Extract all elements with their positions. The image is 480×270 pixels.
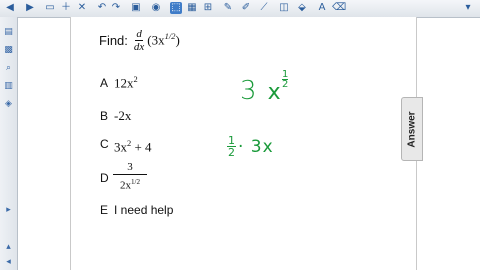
arrow-up-icon[interactable]: ▴ <box>3 242 14 253</box>
left-sidebar: ▤ ▩ ⌕ ▥ ◈ ▸ ▴ ◂ <box>0 17 18 270</box>
option-a-base: 12x <box>114 75 134 91</box>
redo-icon[interactable]: ↷ <box>110 2 122 14</box>
shape-icon[interactable]: ◫ <box>278 2 290 14</box>
screen-icon[interactable]: ▣ <box>130 2 142 14</box>
properties-icon[interactable]: ▥ <box>3 81 14 92</box>
option-c-tail: + 4 <box>131 139 152 155</box>
option-a-exponent: 2 <box>133 74 138 84</box>
option-d-letter[interactable]: D <box>100 171 109 185</box>
back-icon[interactable]: ◀ <box>4 2 16 14</box>
menu-icon[interactable]: ▾ <box>462 2 474 14</box>
handwriting-line-2: 1 2 · 3x <box>227 135 274 158</box>
option-e-letter[interactable]: E <box>100 203 108 217</box>
addons-icon[interactable]: ◈ <box>3 99 14 110</box>
page-icon[interactable]: ▭ <box>44 2 56 14</box>
eraser-icon[interactable]: ⌫ <box>332 2 346 14</box>
line-icon[interactable]: ⟋ <box>258 2 270 14</box>
option-b-value[interactable]: -2x <box>114 108 131 124</box>
handwriting-fraction: 1 2 <box>227 135 236 158</box>
derivative-denominator: dx <box>133 40 145 53</box>
option-a-letter[interactable]: A <box>100 76 108 90</box>
handwriting-exp-den: 2 <box>282 79 289 90</box>
derivative-operator: d dx <box>134 28 144 53</box>
option-e-text[interactable]: I need help <box>114 203 173 217</box>
add-page-icon[interactable]: ＋ <box>60 2 72 14</box>
option-c-base: 3x <box>114 139 127 155</box>
option-d-denominator-base: 2x <box>119 179 131 192</box>
handwriting-digit: 3 <box>240 76 257 106</box>
table-icon[interactable]: ▦ <box>186 2 198 14</box>
page-sorter-icon[interactable]: ▤ <box>3 27 14 38</box>
fill-icon[interactable]: ⬙ <box>296 2 308 14</box>
handwriting-variable: x <box>267 80 281 105</box>
attachments-icon[interactable]: ⌕ <box>3 63 14 74</box>
option-a-value[interactable]: 12x2 <box>114 74 138 91</box>
text-icon[interactable]: A <box>316 2 328 14</box>
undo-icon[interactable]: ↶ <box>96 2 108 14</box>
option-d-value[interactable]: 3 2x1/2 <box>113 161 147 193</box>
option-d-numerator: 3 <box>113 161 147 175</box>
option-b-letter[interactable]: B <box>100 109 108 123</box>
option-c-letter[interactable]: C <box>100 137 109 151</box>
grid-icon[interactable]: ⊞ <box>202 2 214 14</box>
expression-close: ) <box>175 32 180 48</box>
answer-tab[interactable]: Answer <box>401 97 423 161</box>
handwriting-exponent: 1 2 <box>282 70 289 90</box>
handwriting-product: · 3x <box>238 136 274 157</box>
option-d-denominator-exponent: 1/2 <box>130 178 141 186</box>
camera-icon[interactable]: ◉ <box>150 2 162 14</box>
answer-tab-label: Answer <box>406 110 418 148</box>
expression: (3x1/2) <box>147 31 179 48</box>
delete-icon[interactable]: ✕ <box>76 2 88 14</box>
toggle-icon[interactable]: ▸ <box>3 205 14 216</box>
select-icon[interactable]: ⬚ <box>170 2 182 14</box>
top-toolbar: ◀ ▶ ▭ ＋ ✕ ↶ ↷ ▣ ◉ ⬚ ▦ ⊞ ✎ ✐ ⟋ ◫ ⬙ A ⌫ ▾ <box>0 0 480 18</box>
option-d-denominator: 2x1/2 <box>120 175 140 193</box>
gallery-icon[interactable]: ▩ <box>3 45 14 56</box>
expression-base: (3x <box>147 32 165 48</box>
forward-icon[interactable]: ▶ <box>24 2 36 14</box>
handwriting-line-1: 3 x 1 2 <box>240 70 289 106</box>
question: Find: d dx (3x1/2) <box>99 24 180 56</box>
question-prefix: Find: <box>99 32 128 48</box>
expression-exponent: 1/2 <box>164 31 176 42</box>
derivative-numerator: d <box>135 27 143 41</box>
arrow-left-icon[interactable]: ◂ <box>3 257 14 268</box>
option-c-value[interactable]: 3x2 + 4 <box>114 138 152 155</box>
handwriting-frac-den: 2 <box>228 146 235 159</box>
highlighter-icon[interactable]: ✐ <box>240 2 252 14</box>
pen-icon[interactable]: ✎ <box>222 2 234 14</box>
